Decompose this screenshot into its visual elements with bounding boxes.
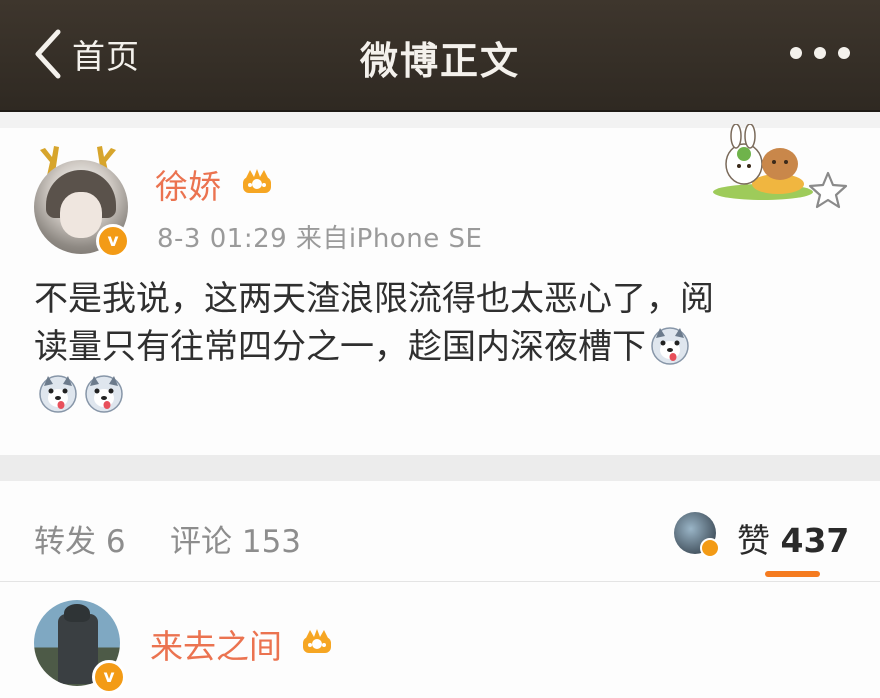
avatar-face	[60, 192, 102, 238]
verified-badge: v	[92, 660, 126, 694]
commenter-name[interactable]: 来去之间	[150, 620, 282, 668]
post-text: 不是我说，这两天渣浪限流得也太恶心了，阅 读量只有往常四分之一，趁国内深夜槽下	[34, 275, 844, 419]
crown-icon	[243, 169, 271, 193]
post-text-fragment: 读量只有往常四分之一，趁国内深夜槽下	[34, 327, 646, 367]
section-divider	[0, 455, 880, 481]
verified-badge	[700, 538, 720, 558]
more-dots-icon	[814, 47, 826, 59]
like-label: 赞	[737, 521, 770, 560]
list-item	[0, 582, 880, 698]
verified-badge: v	[96, 224, 130, 258]
like-tab[interactable]: 赞 437	[737, 514, 849, 562]
like-count: 437	[780, 521, 850, 560]
page-title: 微博正文	[359, 39, 520, 83]
star-icon[interactable]	[808, 170, 848, 210]
post-text-line	[34, 371, 844, 419]
more-button[interactable]	[790, 38, 850, 68]
avatar-figure-head	[64, 604, 90, 622]
comment-tab[interactable]: 评论 153	[170, 516, 301, 561]
post-text-line: 不是我说，这两天渣浪限流得也太恶心了，阅	[34, 279, 714, 319]
post-text-line: 读量只有往常四分之一，趁国内深夜槽下	[34, 323, 844, 371]
husky-emoji-icon	[85, 375, 123, 413]
more-dots-icon	[838, 47, 850, 59]
husky-emoji-icon	[39, 375, 77, 413]
sticker-icon	[713, 124, 813, 200]
husky-emoji-icon	[651, 327, 689, 365]
post-meta: 8-3 01:29 来自iPhone SE	[157, 224, 483, 254]
more-dots-icon	[790, 47, 802, 59]
active-tab-underline	[765, 571, 820, 577]
repost-tab[interactable]: 转发 6	[34, 516, 126, 561]
author-name[interactable]: 徐娇	[155, 160, 221, 208]
crown-icon	[303, 629, 331, 653]
